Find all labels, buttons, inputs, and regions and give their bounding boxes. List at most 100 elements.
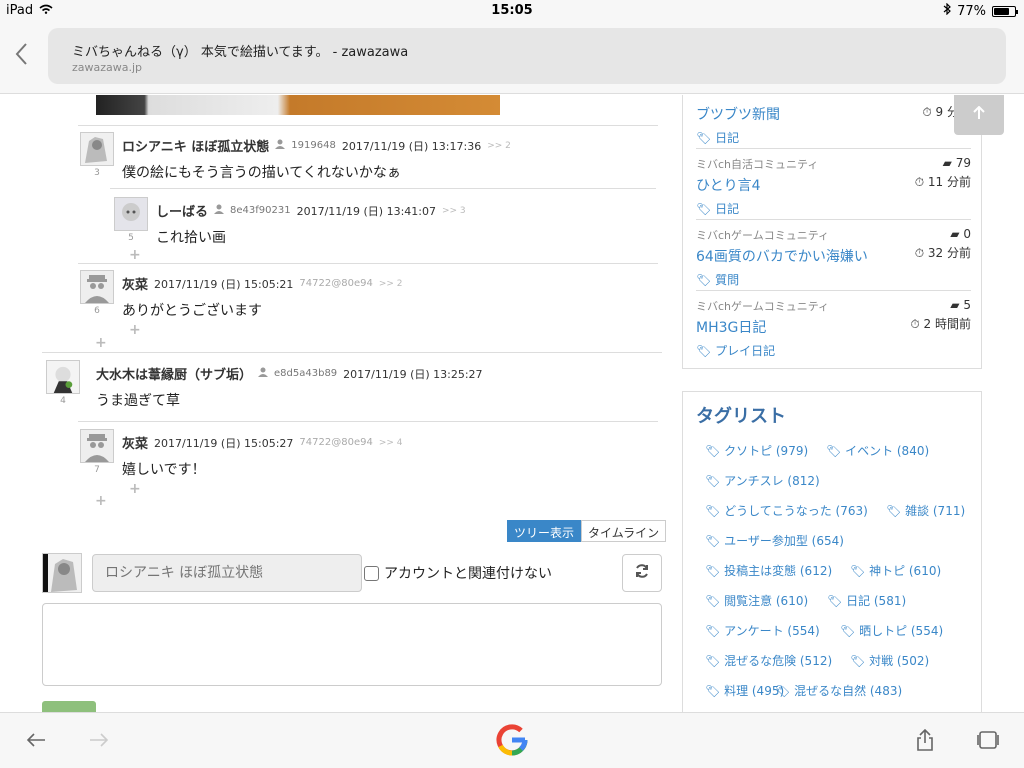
checkbox-icon[interactable]: [364, 565, 379, 581]
comment-user-id: e8d5a43b89: [274, 368, 338, 379]
trending-item[interactable]: ミバchゲームコミュニティ 64画質のバカでかい海嫌い 🏷 質問 ▰ 0 ⏱ 3…: [696, 227, 971, 288]
tag-icon: 🏷: [705, 504, 721, 518]
forward-arrow-icon[interactable]: [86, 727, 112, 753]
google-logo-icon[interactable]: [495, 723, 529, 757]
status-bar: iPad 15:05 77%: [0, 0, 1024, 22]
add-reply-button[interactable]: +: [129, 247, 141, 263]
add-reply-button[interactable]: +: [95, 335, 107, 351]
trending-item[interactable]: ミバchゲームコミュニティ MH3G日記 🏷 プレイ日記 ▰ 5 ⏱ 2 時間前: [696, 298, 971, 359]
add-reply-button[interactable]: +: [129, 322, 141, 338]
tag-link[interactable]: 🏷 閲覧注意 (610): [705, 592, 808, 609]
reply-link[interactable]: >> 2: [487, 141, 511, 151]
tag-link[interactable]: 🏷 投稿主は変態 (612): [705, 562, 832, 579]
clock-icon: ⏱: [910, 317, 920, 331]
trending-tag[interactable]: 🏷 日記: [696, 129, 971, 146]
avatar[interactable]: [80, 270, 114, 304]
browser-navbar: ミバちゃんねる（γ） 本気で絵描いてます。 - zawazawa zawazaw…: [0, 22, 1024, 94]
tag-link[interactable]: 🏷 どうしてこうなった (763): [705, 502, 868, 519]
tag-link[interactable]: 🏷 晒しトピ (554): [840, 622, 943, 639]
avatar[interactable]: [114, 197, 148, 231]
tag-link[interactable]: 🏷 神トピ (610): [850, 562, 941, 579]
trending-age: ⏱ 2 時間前: [910, 317, 971, 331]
trending-age: ⏱ 32 分前: [914, 246, 971, 260]
trending-item[interactable]: ミバch自活コミュニティ ひとり言4 🏷 日記 ▰ 79 ⏱ 11 分前: [696, 156, 971, 217]
tag-link[interactable]: 🏷 アンチスレ (812): [705, 472, 820, 489]
tag-link[interactable]: 🏷 イベント (840): [826, 442, 929, 459]
tag-link[interactable]: 🏷 クソトピ (979): [705, 442, 808, 459]
add-reply-button[interactable]: +: [95, 493, 107, 509]
avatar[interactable]: [46, 360, 80, 394]
add-reply-button[interactable]: +: [129, 481, 141, 497]
comment-author[interactable]: しーばる: [156, 201, 208, 220]
comment-number: 7: [94, 465, 100, 475]
taglist-panel: タグリスト 🏷 クソトピ (979) 🏷 イベント (840) 🏷 アンチスレ …: [682, 391, 982, 712]
trending-count: ▰ 79: [942, 156, 971, 170]
tag-link[interactable]: 🏷 ユーザー参加型 (654): [705, 532, 844, 549]
trending-tag[interactable]: 🏷 日記: [696, 200, 971, 217]
page-content: 3 ロシアニキ ほぼ孤立状態 1919648 2017/11/19 (日) 13…: [0, 95, 1024, 712]
user-icon: [258, 367, 269, 380]
comment-date: 2017/11/19 (日) 13:17:36: [341, 139, 482, 153]
comment-author[interactable]: ロシアニキ ほぼ孤立状態: [122, 136, 269, 155]
tag-link[interactable]: 🏷 料理 (495): [705, 682, 784, 699]
share-icon[interactable]: [912, 727, 938, 753]
tag-link[interactable]: 🏷 混ぜるな自然 (483): [775, 682, 902, 699]
comment-author[interactable]: 灰菜: [122, 274, 148, 293]
reply-link[interactable]: >> 2: [379, 279, 403, 289]
address-bar[interactable]: ミバちゃんねる（γ） 本気で絵描いてます。 - zawazawa zawazaw…: [48, 28, 1006, 84]
back-chevron-icon[interactable]: [14, 42, 34, 72]
refresh-button[interactable]: [622, 554, 662, 592]
comment-user-id: 74722@80e94: [299, 437, 373, 448]
reply-link[interactable]: >> 4: [379, 438, 403, 448]
tag-icon: 🏷: [705, 564, 721, 578]
trending-age: ⏱ 11 分前: [914, 175, 971, 189]
timeline-view-button[interactable]: タイムライン: [581, 520, 667, 542]
divider: [110, 188, 656, 189]
tag-icon: 🏷: [850, 654, 866, 668]
divider: [78, 421, 658, 422]
tag-icon: 🏷: [696, 344, 712, 358]
avatar[interactable]: [80, 429, 114, 463]
comment-body: これ拾い画: [156, 230, 226, 246]
trending-count: ▰ 0: [950, 227, 971, 241]
comment-textarea[interactable]: [42, 603, 662, 686]
avatar[interactable]: [80, 132, 114, 166]
browser-toolbar: [0, 712, 1024, 768]
tag-icon: 🏷: [696, 202, 712, 216]
trending-tag[interactable]: 🏷 プレイ日記: [696, 342, 971, 359]
comment-icon: ▰: [942, 156, 952, 170]
submit-button[interactable]: [42, 701, 96, 712]
tabs-icon[interactable]: [975, 727, 1001, 753]
tag-icon: 🏷: [826, 444, 842, 458]
comment-icon: ▰: [950, 298, 960, 312]
tag-link[interactable]: 🏷 雑談 (711): [886, 502, 965, 519]
user-icon: [275, 139, 286, 152]
divider: [78, 263, 658, 264]
tag-link[interactable]: 🏷 日記 (581): [827, 592, 906, 609]
tag-icon: 🏷: [886, 504, 902, 518]
tag-link[interactable]: 🏷 アンケート (554): [705, 622, 820, 639]
comment-body: 嬉しいです！: [122, 462, 206, 478]
trending-item[interactable]: ブツブツ新聞 🏷 日記 ⏱ 9 分前: [696, 101, 971, 146]
reply-link[interactable]: >> 3: [442, 206, 466, 216]
comment-author[interactable]: 大水木は葦縁厨（サブ垢）: [96, 364, 252, 383]
view-toggle: ツリー表示 タイムライン: [507, 520, 667, 542]
tag-link[interactable]: 🏷 混ぜるな危険 (512): [705, 652, 832, 669]
battery-icon: [992, 5, 1018, 17]
tag-link[interactable]: 🏷 対戦 (502): [850, 652, 929, 669]
comment-author[interactable]: 灰菜: [122, 433, 148, 452]
tree-view-button[interactable]: ツリー表示: [507, 520, 582, 542]
comment-body: ありがとうございます: [122, 303, 262, 319]
divider: [78, 125, 658, 126]
unlink-account-checkbox[interactable]: アカウントと関連付けない: [364, 563, 552, 583]
comment-user-id: 74722@80e94: [299, 278, 373, 289]
name-input[interactable]: [92, 554, 362, 592]
scroll-to-top-button[interactable]: [954, 95, 1004, 135]
tag-icon: 🏷: [705, 594, 721, 608]
comment-number: 6: [94, 306, 100, 316]
tag-icon: 🏷: [705, 654, 721, 668]
post-image[interactable]: [96, 95, 500, 115]
trending-tag[interactable]: 🏷 質問: [696, 271, 971, 288]
back-arrow-icon[interactable]: [23, 727, 49, 753]
page-title: ミバちゃんねる（γ） 本気で絵描いてます。 - zawazawa: [72, 45, 409, 60]
